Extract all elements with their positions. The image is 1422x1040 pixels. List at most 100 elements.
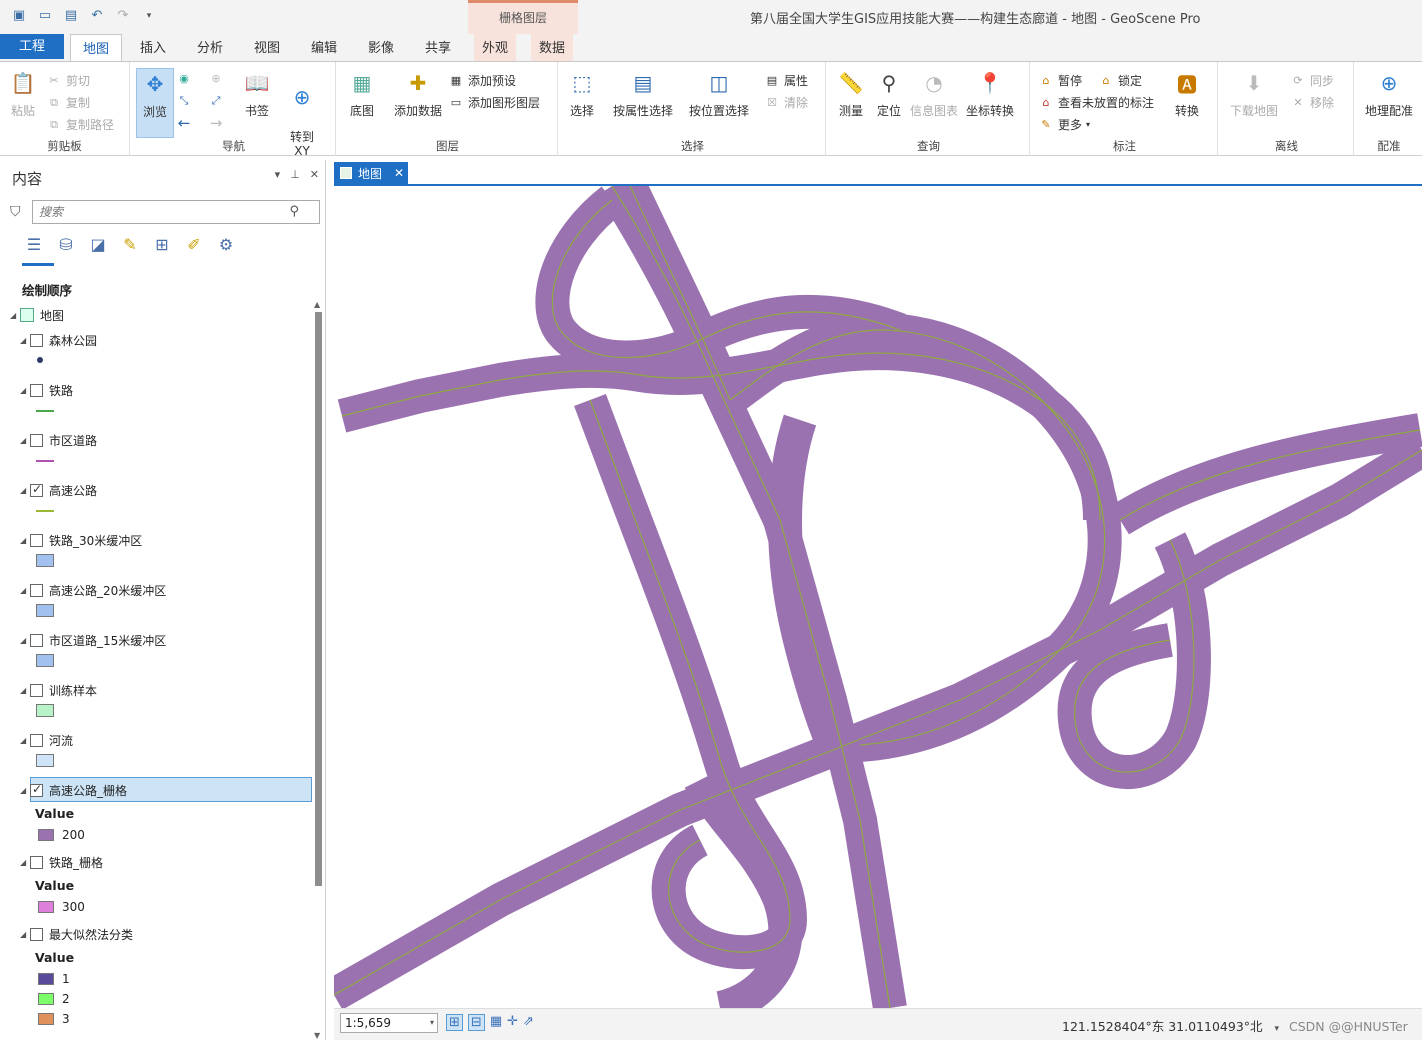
- sync-button[interactable]: ⟳ 同步: [1290, 72, 1334, 89]
- add-data-button[interactable]: ✚ 添加数据: [390, 68, 446, 119]
- tab-share[interactable]: 共享: [417, 34, 459, 61]
- layer-visibility-checkbox[interactable]: [30, 733, 43, 747]
- layer-row[interactable]: ◢ 市区道路_15米缓冲区: [20, 629, 166, 651]
- layer-row[interactable]: ◢ 最大似然法分类: [20, 923, 133, 945]
- layer-visibility-checkbox[interactable]: [30, 683, 43, 697]
- pane-menu-icon[interactable]: ▾: [275, 168, 281, 181]
- contents-scrollbar[interactable]: ▲ ▼: [314, 300, 323, 1040]
- measure-button[interactable]: 📏 测量: [832, 68, 870, 119]
- layer-visibility-checkbox[interactable]: [30, 782, 43, 797]
- layer-visibility-checkbox[interactable]: [30, 482, 43, 497]
- layer-visibility-checkbox[interactable]: [30, 927, 43, 941]
- view-unplaced-button[interactable]: ⌂ 查看未放置的标注: [1038, 94, 1155, 111]
- collapse-icon[interactable]: ◢: [20, 336, 30, 345]
- bookmarks-button[interactable]: 📖 书签: [238, 68, 276, 119]
- attributes-button[interactable]: ▤ 属性: [764, 72, 808, 89]
- add-preset-button[interactable]: ▦ 添加预设: [448, 72, 516, 89]
- layer-visibility-checkbox[interactable]: [30, 433, 43, 447]
- snapping-icon[interactable]: ⊞: [446, 1014, 463, 1031]
- scale-dropdown-icon[interactable]: ▾: [430, 1014, 434, 1032]
- layer-visibility-checkbox[interactable]: [30, 533, 43, 547]
- constraints-icon[interactable]: ✛: [507, 1014, 518, 1031]
- copy-button[interactable]: ⧉ 复制: [46, 94, 90, 111]
- tab-analysis[interactable]: 分析: [189, 34, 231, 61]
- search-input[interactable]: [33, 201, 283, 223]
- open-folder-icon[interactable]: ▭: [36, 8, 54, 24]
- layer-row[interactable]: ◢ 森林公园: [20, 329, 97, 351]
- add-graphics-layer-button[interactable]: ▭ 添加图形图层: [448, 94, 540, 111]
- layer-row[interactable]: ◢ 铁路_栅格: [20, 851, 103, 873]
- collapse-icon[interactable]: ◢: [20, 786, 30, 795]
- layer-row[interactable]: ◢ 铁路: [20, 379, 73, 401]
- infographics-button[interactable]: ◔ 信息图表: [908, 68, 960, 119]
- redo-icon[interactable]: ↷: [114, 8, 132, 24]
- lock-labels-button[interactable]: ⌂ 锁定: [1098, 72, 1143, 89]
- collapse-icon[interactable]: ◢: [20, 636, 30, 645]
- pause-labels-button[interactable]: ⌂ 暂停: [1038, 72, 1083, 89]
- more-button[interactable]: ✎ 更多 ▾: [1038, 116, 1090, 133]
- cut-button[interactable]: ✂ 剪切: [46, 72, 90, 89]
- tab-project[interactable]: 工程: [0, 34, 64, 59]
- grid-icon[interactable]: ▦: [490, 1014, 502, 1031]
- layer-row[interactable]: ◢ 高速公路_栅格: [20, 779, 127, 801]
- fixed-zoom-out-icon[interactable]: ⤢: [208, 94, 224, 108]
- collapse-icon[interactable]: ◢: [10, 311, 20, 320]
- collapse-icon[interactable]: ◢: [20, 536, 30, 545]
- north-arrow-icon[interactable]: ⇗: [523, 1014, 534, 1031]
- georeference-button[interactable]: ⊕ 地理配准: [1360, 68, 1418, 119]
- collapse-icon[interactable]: ◢: [20, 436, 30, 445]
- scale-selector[interactable]: 1:5,659 ▾: [340, 1013, 438, 1033]
- explore-button[interactable]: ✥ 浏览: [136, 68, 174, 138]
- layer-visibility-checkbox[interactable]: [30, 383, 43, 397]
- layer-row[interactable]: ◢ 市区道路: [20, 429, 97, 451]
- convert-coords-button[interactable]: 📍 坐标转换: [962, 68, 1018, 119]
- previous-extent-icon[interactable]: ←: [176, 116, 192, 131]
- search-icon[interactable]: ⚲: [289, 204, 299, 219]
- clear-button[interactable]: ☒ 清除: [764, 94, 808, 111]
- locate-button[interactable]: ⚲ 定位: [872, 68, 906, 119]
- basemap-button[interactable]: ▦ 底图: [342, 68, 382, 119]
- list-by-snapping-icon[interactable]: ⊞: [150, 232, 174, 256]
- paste-button[interactable]: 📋 粘贴: [6, 68, 40, 119]
- select-by-location-button[interactable]: ◫ 按位置选择: [686, 68, 752, 119]
- next-extent-icon[interactable]: →: [208, 116, 224, 131]
- tab-view[interactable]: 视图: [246, 34, 288, 61]
- collapse-icon[interactable]: ◢: [20, 586, 30, 595]
- fixed-zoom-in-icon[interactable]: ⤡: [176, 94, 192, 108]
- map-view-tab[interactable]: 地图 ✕: [334, 162, 408, 184]
- collapse-icon[interactable]: ◢: [20, 686, 30, 695]
- grid-snapping-icon[interactable]: ⊟: [467, 1014, 485, 1031]
- new-project-icon[interactable]: ▣: [10, 8, 28, 24]
- pin-icon[interactable]: ⊥: [290, 168, 300, 181]
- search-field[interactable]: ⚲: [32, 200, 320, 224]
- list-by-selection-icon[interactable]: ◪: [86, 232, 110, 256]
- tab-map[interactable]: 地图: [70, 34, 122, 62]
- scroll-down-icon[interactable]: ▼: [314, 1031, 320, 1040]
- layer-visibility-checkbox[interactable]: [30, 855, 43, 869]
- convert-labels-button[interactable]: 🅰 转换: [1168, 68, 1206, 119]
- layer-row[interactable]: ◢ 铁路_30米缓冲区: [20, 529, 142, 551]
- tab-edit[interactable]: 编辑: [303, 34, 345, 61]
- layer-row[interactable]: ◢ 高速公路: [20, 479, 97, 501]
- tab-data[interactable]: 数据: [531, 34, 573, 61]
- tab-appearance[interactable]: 外观: [474, 34, 516, 61]
- select-button[interactable]: ⬚ 选择: [564, 68, 600, 119]
- coordinate-format-dropdown-icon[interactable]: ▾: [1275, 1024, 1280, 1034]
- filter-icon[interactable]: ⛉: [10, 204, 21, 220]
- scroll-up-icon[interactable]: ▲: [314, 300, 320, 309]
- collapse-icon[interactable]: ◢: [20, 736, 30, 745]
- layer-row[interactable]: ◢ 训练样本: [20, 679, 97, 701]
- layer-row[interactable]: ◢ 河流: [20, 729, 73, 751]
- map-canvas[interactable]: [334, 186, 1422, 1008]
- list-by-editing-icon[interactable]: ✎: [118, 232, 142, 256]
- tab-imagery[interactable]: 影像: [360, 34, 402, 61]
- scroll-thumb[interactable]: [315, 312, 322, 886]
- collapse-icon[interactable]: ◢: [20, 386, 30, 395]
- copy-path-button[interactable]: ⧉ 复制路径: [46, 116, 114, 133]
- close-icon[interactable]: ✕: [310, 168, 319, 181]
- layer-visibility-checkbox[interactable]: [30, 633, 43, 647]
- list-by-source-icon[interactable]: ⛁: [54, 232, 78, 256]
- list-by-perspective-icon[interactable]: ⚙: [214, 232, 238, 256]
- collapse-icon[interactable]: ◢: [20, 858, 30, 867]
- select-by-attributes-button[interactable]: ▤ 按属性选择: [610, 68, 676, 119]
